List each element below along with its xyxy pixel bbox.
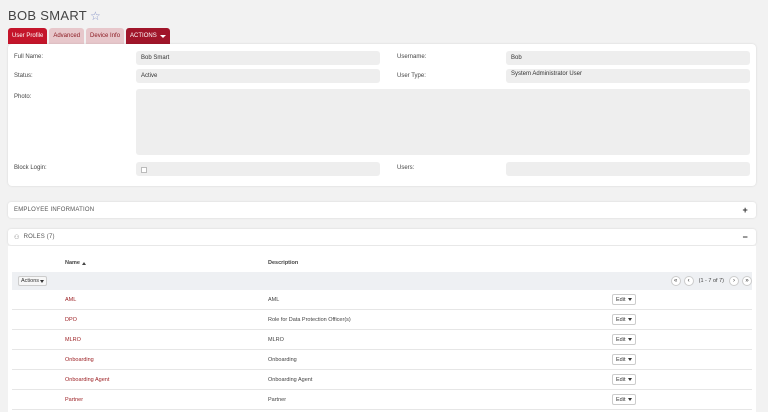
username-field[interactable]: Bob [506, 51, 750, 65]
actions-label: ACTIONS [130, 33, 157, 39]
caret-down-icon [628, 298, 633, 301]
expand-plus-icon[interactable]: + [743, 205, 748, 215]
table-row: Partner Partner Edit [12, 390, 752, 410]
caret-down-icon [628, 378, 633, 381]
tab-bar: User Profile Advanced Device Info ACTION… [8, 28, 170, 44]
table-row: AML AML Edit [12, 290, 752, 310]
full-name-field[interactable]: Bob Smart [136, 51, 380, 65]
status-label: Status: [14, 73, 33, 79]
caret-down-icon [628, 338, 633, 341]
pagination-info: (1 - 7 of 7) [698, 278, 724, 284]
user-type-field[interactable]: System Administrator User [506, 69, 750, 83]
edit-dropdown-button[interactable]: Edit [612, 374, 637, 385]
photo-label: Photo: [14, 94, 32, 100]
role-name-link[interactable]: Onboarding Agent [65, 377, 109, 383]
employee-information-title: EMPLOYEE INFORMATION [14, 207, 95, 213]
table-row: Onboarding Agent Onboarding Agent Edit [12, 370, 752, 390]
edit-label: Edit [616, 396, 626, 403]
users-field[interactable] [506, 162, 750, 176]
collapse-minus-icon[interactable]: − [743, 232, 748, 242]
role-name-link[interactable]: AML [65, 297, 76, 303]
page-title: BOB SMART [8, 8, 88, 23]
user-profile-panel: Full Name: Bob Smart Username: Bob Statu… [8, 44, 756, 186]
full-name-label: Full Name: [14, 54, 44, 60]
role-name-link[interactable]: DPO [65, 317, 77, 323]
edit-dropdown-button[interactable]: Edit [612, 354, 637, 365]
caret-down-icon [628, 358, 633, 361]
role-name-link[interactable]: Onboarding [65, 357, 94, 363]
pagination: « ‹ (1 - 7 of 7) › » [670, 276, 752, 286]
employee-information-section[interactable]: EMPLOYEE INFORMATION + [8, 202, 756, 218]
edit-dropdown-button[interactable]: Edit [612, 294, 637, 305]
sort-ascending-icon [81, 261, 86, 265]
edit-label: Edit [616, 316, 626, 323]
caret-down-icon [40, 279, 45, 283]
table-row: MLRO MLRO Edit [12, 330, 752, 350]
role-description: Role for Data Protection Officer(s) [268, 317, 351, 323]
group-icon: ⚇ [14, 234, 20, 241]
next-page-icon[interactable]: › [729, 276, 739, 286]
column-header-description[interactable]: Description [268, 260, 298, 266]
tab-device-info[interactable]: Device Info [86, 28, 125, 44]
edit-dropdown-button[interactable]: Edit [612, 394, 637, 405]
tab-user-profile[interactable]: User Profile [8, 28, 48, 44]
edit-label: Edit [616, 336, 626, 343]
table-row: DPO Role for Data Protection Officer(s) … [12, 310, 752, 330]
role-description: AML [268, 297, 280, 303]
table-header: Name Description [12, 256, 752, 270]
role-description: Onboarding [268, 357, 297, 363]
caret-down-icon [628, 398, 633, 401]
column-header-name[interactable]: Name [65, 260, 86, 266]
role-description: Onboarding Agent [268, 377, 313, 383]
bulk-actions-label: Actions [21, 278, 40, 284]
role-name-link[interactable]: Partner [65, 397, 83, 403]
caret-down-icon [628, 318, 633, 321]
block-login-field [136, 162, 380, 176]
roles-section-header[interactable]: ⚇ ROLES (7) − [8, 229, 756, 245]
first-page-icon[interactable]: « [670, 276, 681, 286]
table-row: Onboarding Onboarding Edit [12, 350, 752, 370]
role-description: Partner [268, 397, 287, 403]
favorite-star-icon[interactable]: ☆ [90, 10, 101, 22]
tab-actions-dropdown[interactable]: ACTIONS [126, 28, 170, 44]
edit-label: Edit [616, 376, 626, 383]
edit-label: Edit [616, 356, 626, 363]
roles-section-title: ROLES (7) [23, 234, 55, 240]
edit-dropdown-button[interactable]: Edit [612, 314, 637, 325]
caret-down-icon [159, 34, 166, 38]
previous-page-icon[interactable]: ‹ [683, 276, 694, 286]
roles-table: Name Description Actions « ‹ (1 - 7 of 7… [8, 246, 756, 412]
column-name-label: Name [65, 260, 80, 266]
username-label: Username: [397, 54, 427, 60]
status-field[interactable]: Active [136, 69, 380, 83]
edit-dropdown-button[interactable]: Edit [612, 334, 637, 345]
last-page-icon[interactable]: » [742, 276, 752, 286]
table-toolbar: Actions « ‹ (1 - 7 of 7) › » [12, 272, 752, 290]
user-type-label: User Type: [397, 73, 426, 79]
bulk-actions-dropdown[interactable]: Actions [18, 276, 48, 286]
role-name-link[interactable]: MLRO [65, 337, 81, 343]
role-description: MLRO [268, 337, 284, 343]
edit-label: Edit [616, 296, 626, 303]
users-label: Users: [397, 165, 415, 171]
tab-advanced[interactable]: Advanced [49, 28, 85, 44]
page-header: BOB SMART ☆ [8, 8, 101, 23]
block-login-checkbox[interactable] [141, 167, 147, 173]
photo-area[interactable] [136, 89, 750, 155]
block-login-label: Block Login: [14, 165, 47, 171]
